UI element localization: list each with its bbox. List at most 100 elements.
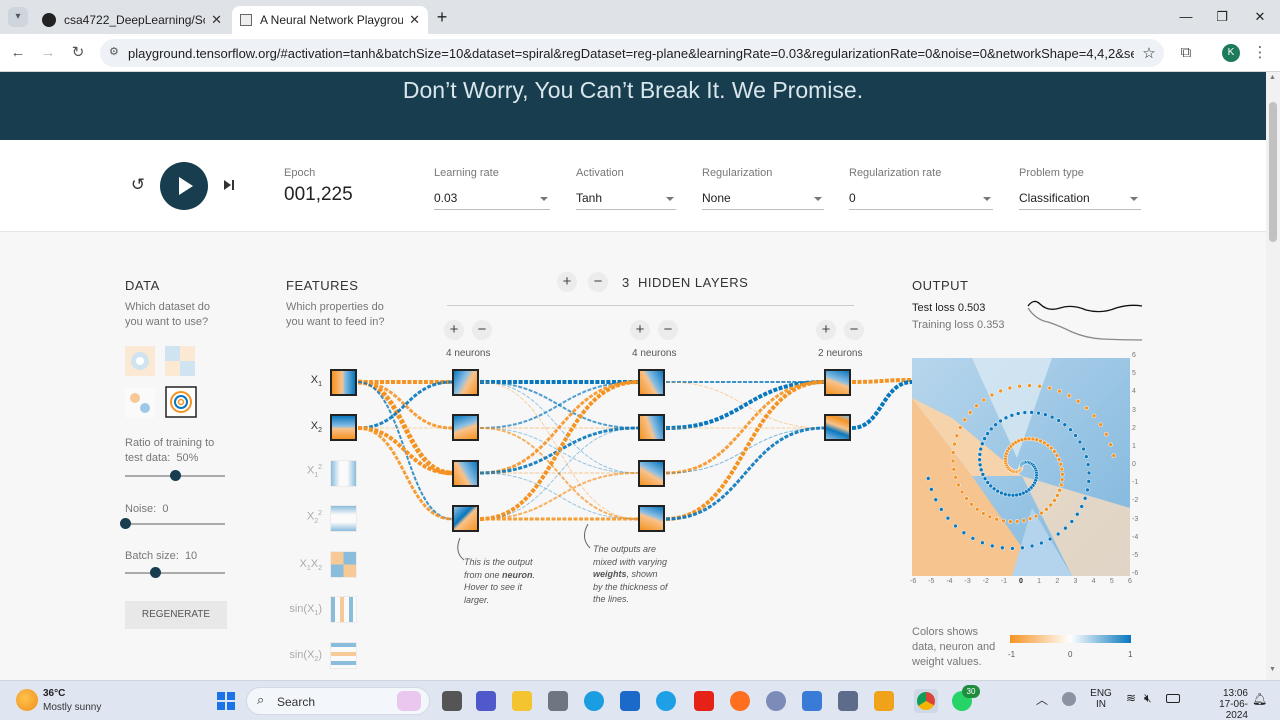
weight-link[interactable]: [665, 380, 825, 521]
layer1-remove-neuron-button[interactable]: −: [472, 320, 492, 340]
dataset-circle[interactable]: [125, 346, 155, 376]
feature-node-sinx1[interactable]: [330, 596, 357, 623]
regenerate-button[interactable]: REGENERATE: [125, 601, 227, 629]
dataset-gaussian[interactable]: [125, 388, 155, 418]
noise-slider-handle[interactable]: [119, 518, 131, 529]
weight-link[interactable]: [357, 380, 453, 430]
feature-node-sinx2[interactable]: [330, 642, 357, 669]
firefox-icon[interactable]: [730, 691, 750, 711]
dataset-xor[interactable]: [165, 346, 195, 376]
teams-icon[interactable]: [476, 691, 496, 711]
reload-icon[interactable]: ↻: [68, 43, 88, 63]
minimize-icon[interactable]: —: [1176, 7, 1196, 27]
output-heatmap[interactable]: [912, 358, 1130, 576]
scrollbar-thumb[interactable]: [1269, 102, 1277, 242]
learning-rate-select[interactable]: 0.03: [434, 191, 457, 205]
neuron-l1-3[interactable]: [452, 460, 479, 487]
youtube-icon[interactable]: [694, 691, 714, 711]
feature-node-x1[interactable]: [330, 369, 357, 396]
layer1-add-neuron-button[interactable]: +: [444, 320, 464, 340]
back-icon[interactable]: ←: [8, 43, 28, 63]
output-link[interactable]: [851, 380, 913, 430]
batch-slider[interactable]: [125, 572, 225, 574]
task-view-icon[interactable]: [442, 691, 462, 711]
notification-bell-icon[interactable]: 🔔︎: [1252, 692, 1267, 706]
extensions-icon[interactable]: ⧉: [1176, 43, 1196, 63]
tray-chevron-up-icon[interactable]: ︿: [1036, 691, 1048, 708]
weight-link[interactable]: [357, 426, 453, 475]
weather-desc[interactable]: Mostly sunny: [43, 702, 101, 713]
regularization-rate-select[interactable]: 0: [849, 191, 856, 205]
add-layer-button[interactable]: +: [557, 272, 577, 292]
problem-type-select[interactable]: Classification: [1019, 191, 1090, 205]
layer3-remove-neuron-button[interactable]: −: [844, 320, 864, 340]
feature-node-x1x2[interactable]: [330, 551, 357, 578]
close-icon[interactable]: ✕: [409, 12, 420, 28]
weight-link[interactable]: [665, 426, 825, 521]
weight-link[interactable]: [479, 380, 639, 521]
tab-search-chevron-icon[interactable]: ▾: [8, 7, 28, 27]
neuron-l2-3[interactable]: [638, 460, 665, 487]
weight-link[interactable]: [357, 426, 453, 521]
output-link[interactable]: [851, 378, 913, 384]
layer2-remove-neuron-button[interactable]: −: [658, 320, 678, 340]
reset-icon[interactable]: ↺: [128, 175, 148, 195]
weight-link[interactable]: [357, 381, 453, 520]
url-field[interactable]: ⚙ playground.tensorflow.org/#activation=…: [100, 39, 1164, 67]
layer2-add-neuron-button[interactable]: +: [630, 320, 650, 340]
activation-select[interactable]: Tanh: [576, 191, 602, 205]
language-indicator[interactable]: ENG IN: [1090, 688, 1112, 710]
neuron-l1-4[interactable]: [452, 505, 479, 532]
neuron-l1-1[interactable]: [452, 369, 479, 396]
neuron-l2-1[interactable]: [638, 369, 665, 396]
r-app-icon[interactable]: [766, 691, 786, 711]
feature-node-x1sq[interactable]: [330, 460, 357, 487]
bookmark-star-icon[interactable]: ☆: [1134, 44, 1164, 62]
new-tab-icon[interactable]: +: [432, 7, 452, 27]
tab-github[interactable]: csa4722_DeepLearning/Screens ✕: [34, 6, 230, 34]
camera-icon[interactable]: [548, 691, 568, 711]
help-app-icon[interactable]: [656, 691, 676, 711]
mhp-app-icon[interactable]: [620, 691, 640, 711]
weather-sun-icon[interactable]: [16, 689, 38, 711]
neuron-l1-2[interactable]: [452, 414, 479, 441]
neuron-l3-1[interactable]: [824, 369, 851, 396]
notepad-icon[interactable]: [802, 691, 822, 711]
scroll-down-icon[interactable]: ▼: [1269, 666, 1276, 673]
page-scrollbar[interactable]: ▲ ▼: [1266, 72, 1280, 680]
scroll-up-icon[interactable]: ▲: [1269, 74, 1276, 81]
batch-slider-handle[interactable]: [149, 567, 161, 578]
neuron-l3-2[interactable]: [824, 414, 851, 441]
tray-cloud-icon[interactable]: [1062, 692, 1076, 706]
clock[interactable]: 13:06 17-06-2024: [1206, 688, 1248, 720]
ratio-slider-handle[interactable]: [169, 470, 181, 481]
dataset-spiral[interactable]: [165, 386, 197, 418]
feature-node-x2[interactable]: [330, 414, 357, 441]
regularization-select[interactable]: None: [702, 191, 731, 205]
weather-temp[interactable]: 36°C: [43, 688, 65, 699]
edge-icon[interactable]: [584, 691, 604, 711]
wifi-icon[interactable]: ≋: [1126, 691, 1136, 705]
feature-node-x2sq[interactable]: [330, 505, 357, 532]
neuron-l2-4[interactable]: [638, 505, 665, 532]
site-info-icon[interactable]: ⚙: [109, 45, 119, 58]
maximize-icon[interactable]: ❐: [1212, 7, 1232, 27]
neuron-l2-2[interactable]: [638, 414, 665, 441]
window-close-icon[interactable]: ✕: [1250, 7, 1270, 27]
close-icon[interactable]: ✕: [211, 12, 222, 28]
battery-icon[interactable]: [1166, 694, 1180, 703]
tab-playground[interactable]: A Neural Network Playground ✕: [232, 6, 428, 34]
noise-slider[interactable]: [125, 523, 225, 525]
3d-box-icon[interactable]: [838, 691, 858, 711]
file-explorer-icon[interactable]: [512, 691, 532, 711]
chrome-icon[interactable]: [914, 689, 938, 713]
office-app-icon[interactable]: [874, 691, 894, 711]
forward-icon[interactable]: →: [38, 43, 58, 63]
menu-kebab-icon[interactable]: ⋮: [1250, 43, 1270, 63]
weight-link[interactable]: [357, 380, 453, 430]
profile-avatar[interactable]: K: [1222, 44, 1240, 62]
layer3-add-neuron-button[interactable]: +: [816, 320, 836, 340]
start-icon[interactable]: [216, 691, 236, 711]
step-icon[interactable]: [220, 176, 238, 194]
play-button[interactable]: [160, 162, 208, 210]
